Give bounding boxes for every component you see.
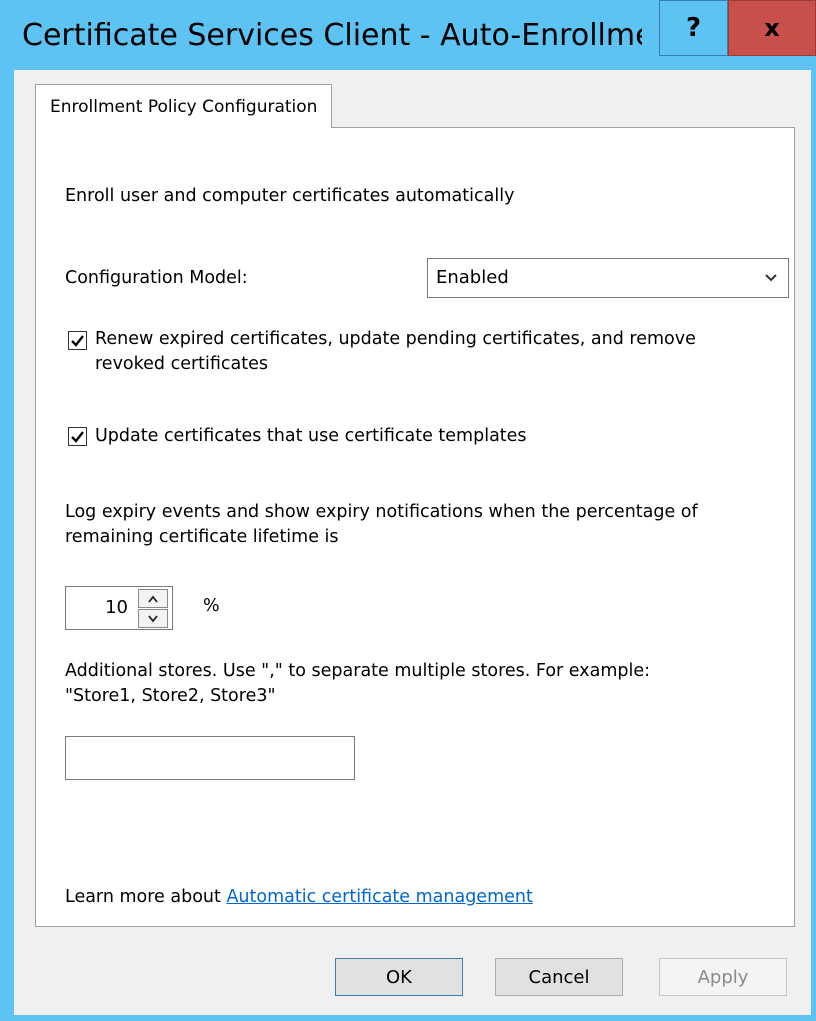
help-button[interactable]: ? <box>659 0 728 56</box>
ok-button[interactable]: OK <box>335 958 463 996</box>
tab-enrollment-policy-configuration[interactable]: Enrollment Policy Configuration <box>35 84 333 128</box>
config-model-value: Enabled <box>436 267 509 288</box>
renew-checkbox[interactable] <box>68 331 87 350</box>
renew-checkbox-label-line2: revoked certificates <box>95 354 269 374</box>
config-model-select[interactable]: Enabled <box>427 258 789 298</box>
stepper-up-button[interactable] <box>138 589 168 608</box>
chevron-up-icon <box>148 595 158 603</box>
close-icon: x <box>764 14 780 42</box>
percent-sign: % <box>203 596 220 616</box>
close-button[interactable]: x <box>728 0 816 56</box>
panel-heading: Enroll user and computer certificates au… <box>65 186 515 206</box>
additional-stores-input[interactable] <box>65 736 355 780</box>
expiry-text-line1: Log expiry events and show expiry notifi… <box>65 502 698 522</box>
expiry-text-line2: remaining certificate lifetime is <box>65 527 339 547</box>
chevron-down-icon <box>764 265 778 294</box>
tab-panel: Enroll user and computer certificates au… <box>35 127 795 927</box>
checkmark-icon <box>71 335 84 347</box>
expiry-percent-stepper[interactable]: 10 <box>65 586 173 630</box>
window-title: Certificate Services Client - Auto-Enrol… <box>22 18 642 53</box>
title-bar[interactable]: Certificate Services Client - Auto-Enrol… <box>0 0 816 70</box>
automatic-certificate-management-link[interactable]: Automatic certificate management <box>226 887 532 907</box>
help-icon: ? <box>685 13 702 43</box>
update-checkbox[interactable] <box>68 427 87 446</box>
expiry-percent-value: 10 <box>105 597 128 618</box>
learn-more-text: Learn more about Automatic certificate m… <box>65 885 533 909</box>
tab-label: Enrollment Policy Configuration <box>50 96 318 117</box>
dialog-client-area: Enrollment Policy Configuration Enroll u… <box>14 70 811 1015</box>
stepper-down-button[interactable] <box>138 609 168 628</box>
stores-text-line2: "Store1, Store2, Store3" <box>65 686 276 706</box>
apply-button[interactable]: Apply <box>659 958 787 996</box>
cancel-button[interactable]: Cancel <box>495 958 623 996</box>
learn-more-prefix: Learn more about <box>65 887 227 907</box>
config-model-label: Configuration Model: <box>65 268 248 288</box>
update-checkbox-label: Update certificates that use certificate… <box>95 426 527 446</box>
checkmark-icon <box>71 431 84 443</box>
chevron-down-icon <box>148 614 158 622</box>
dialog-window: Certificate Services Client - Auto-Enrol… <box>0 0 816 1021</box>
renew-checkbox-label-line1: Renew expired certificates, update pendi… <box>95 329 696 349</box>
stores-text-line1: Additional stores. Use "," to separate m… <box>65 661 651 681</box>
